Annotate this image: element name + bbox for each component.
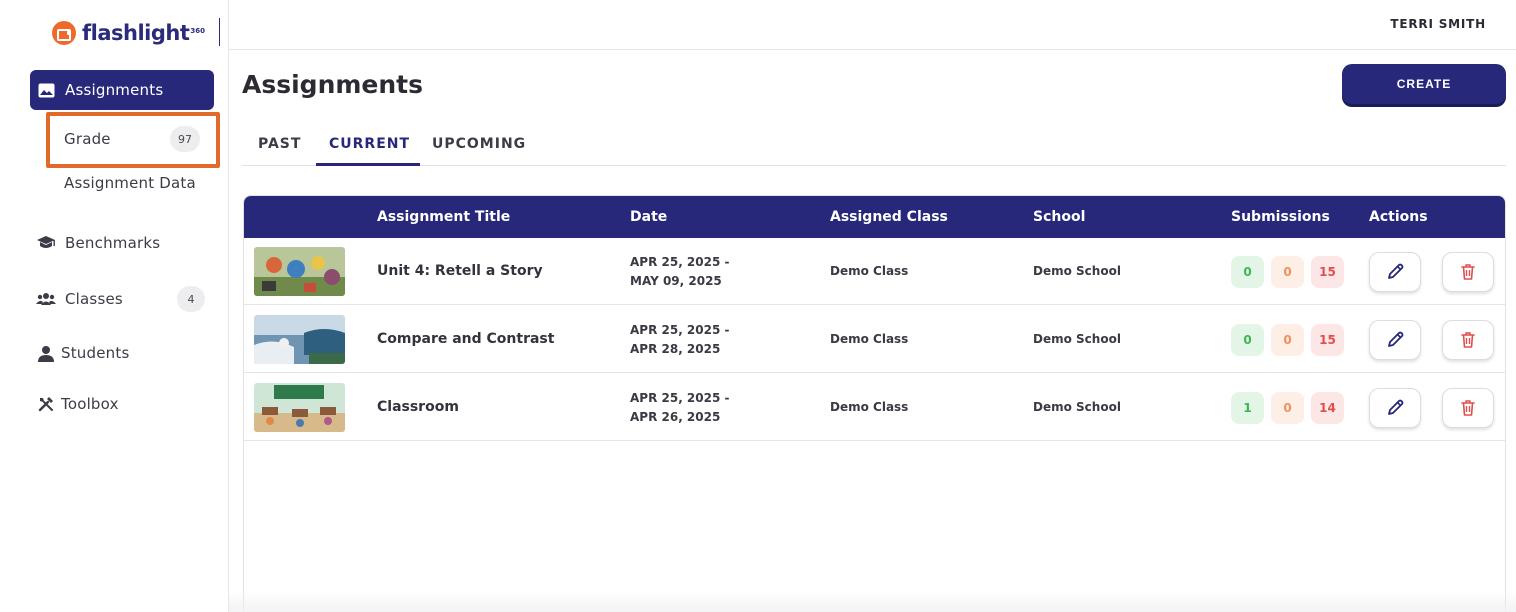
sidebar-item-assignments[interactable]: Assignments — [30, 70, 214, 110]
trash-icon — [1461, 400, 1475, 416]
date-end: MAY 09, 2025 — [630, 274, 722, 288]
image-icon — [35, 79, 57, 101]
pencil-icon — [1388, 263, 1404, 279]
school: Demo School — [1033, 400, 1121, 414]
pencil-icon — [1388, 331, 1404, 347]
assignment-thumbnail[interactable] — [254, 383, 345, 432]
delete-button[interactable] — [1442, 388, 1494, 428]
assignment-thumbnail[interactable] — [254, 315, 345, 364]
brand-superscript: 360 — [190, 27, 205, 35]
trash-icon — [1461, 264, 1475, 280]
submissions-orange-badge[interactable]: 0 — [1271, 256, 1304, 288]
date-start: APR 25, 2025 - — [630, 323, 730, 337]
sidebar-item-label: Assignments — [65, 81, 164, 99]
graduation-cap-icon — [35, 232, 57, 254]
school: Demo School — [1033, 264, 1121, 278]
brand-name: flashlight — [82, 21, 190, 45]
edit-button[interactable] — [1369, 320, 1421, 360]
sidebar-item-toolbox[interactable]: Toolbox — [30, 384, 214, 424]
assignment-tabs: PAST CURRENT UPCOMING — [242, 126, 1506, 166]
date-start: APR 25, 2025 - — [630, 255, 730, 269]
school: Demo School — [1033, 332, 1121, 346]
sidebar-item-label: Toolbox — [61, 395, 119, 413]
brand-logo[interactable]: flashlight 360 — [52, 18, 205, 48]
submissions-red-badge[interactable]: 14 — [1311, 392, 1344, 424]
sidebar-item-students[interactable]: Students — [30, 333, 214, 373]
submissions-orange-badge[interactable]: 0 — [1271, 392, 1304, 424]
table-row[interactable]: Classroom APR 25, 2025 - APR 26, 2025 De… — [244, 374, 1505, 441]
delete-button[interactable] — [1442, 320, 1494, 360]
sidebar: flashlight 360 Assignments Grade 97 Assi… — [0, 0, 229, 612]
table-row[interactable]: Compare and Contrast APR 25, 2025 - APR … — [244, 306, 1505, 373]
users-icon — [35, 288, 57, 310]
tab-current[interactable]: CURRENT — [329, 136, 410, 152]
edit-button[interactable] — [1369, 388, 1421, 428]
column-header-title: Assignment Title — [377, 209, 511, 225]
flashlight-logo-icon — [52, 21, 76, 45]
sidebar-subitem-assignment-data[interactable]: Assignment Data — [64, 174, 196, 192]
date-start: APR 25, 2025 - — [630, 391, 730, 405]
sidebar-item-label: Students — [61, 344, 130, 362]
assignments-table: Assignment Title Date Assigned Class Sch… — [243, 195, 1506, 612]
logo-divider — [219, 18, 220, 46]
submissions-green-badge[interactable]: 0 — [1231, 324, 1264, 356]
highlight-annotation — [46, 112, 220, 168]
trash-icon — [1461, 332, 1475, 348]
tab-past[interactable]: PAST — [258, 136, 301, 152]
column-header-school: School — [1033, 209, 1086, 225]
column-header-submissions: Submissions — [1231, 209, 1330, 225]
user-icon — [35, 342, 57, 364]
submissions-green-badge[interactable]: 0 — [1231, 256, 1264, 288]
delete-button[interactable] — [1442, 252, 1494, 292]
assignment-date: APR 25, 2025 - APR 26, 2025 — [630, 389, 730, 427]
tab-upcoming[interactable]: UPCOMING — [432, 136, 526, 152]
assignment-title[interactable]: Unit 4: Retell a Story — [377, 263, 543, 279]
top-bar: TERRI SMITH — [229, 0, 1516, 50]
submissions-orange-badge[interactable]: 0 — [1271, 324, 1304, 356]
submissions-red-badge[interactable]: 15 — [1311, 324, 1344, 356]
assigned-class: Demo Class — [830, 400, 909, 414]
date-end: APR 26, 2025 — [630, 410, 721, 424]
assigned-class: Demo Class — [830, 264, 909, 278]
sidebar-item-label: Benchmarks — [65, 234, 161, 252]
table-header: Assignment Title Date Assigned Class Sch… — [244, 196, 1505, 238]
submissions-green-badge[interactable]: 1 — [1231, 392, 1264, 424]
assignment-title[interactable]: Classroom — [377, 399, 459, 415]
assignment-title[interactable]: Compare and Contrast — [377, 331, 554, 347]
sidebar-item-label: Classes — [65, 290, 123, 308]
tools-icon — [35, 393, 57, 415]
assignment-thumbnail[interactable] — [254, 247, 345, 296]
scroll-fade — [229, 590, 1516, 612]
column-header-date: Date — [630, 209, 668, 225]
create-button[interactable]: CREATE — [1342, 64, 1506, 104]
active-tab-indicator — [316, 163, 420, 166]
table-row[interactable]: Unit 4: Retell a Story APR 25, 2025 - MA… — [244, 238, 1505, 305]
submissions-red-badge[interactable]: 15 — [1311, 256, 1344, 288]
user-name[interactable]: TERRI SMITH — [1390, 17, 1486, 31]
sidebar-item-benchmarks[interactable]: Benchmarks — [30, 223, 214, 263]
assigned-class: Demo Class — [830, 332, 909, 346]
assignment-date: APR 25, 2025 - MAY 09, 2025 — [630, 253, 730, 291]
page-title: Assignments — [242, 70, 424, 99]
column-header-actions: Actions — [1369, 209, 1428, 225]
assignment-date: APR 25, 2025 - APR 28, 2025 — [630, 321, 730, 359]
column-header-class: Assigned Class — [830, 209, 948, 225]
edit-button[interactable] — [1369, 252, 1421, 292]
pencil-icon — [1388, 399, 1404, 415]
date-end: APR 28, 2025 — [630, 342, 721, 356]
classes-count-badge: 4 — [177, 286, 205, 312]
